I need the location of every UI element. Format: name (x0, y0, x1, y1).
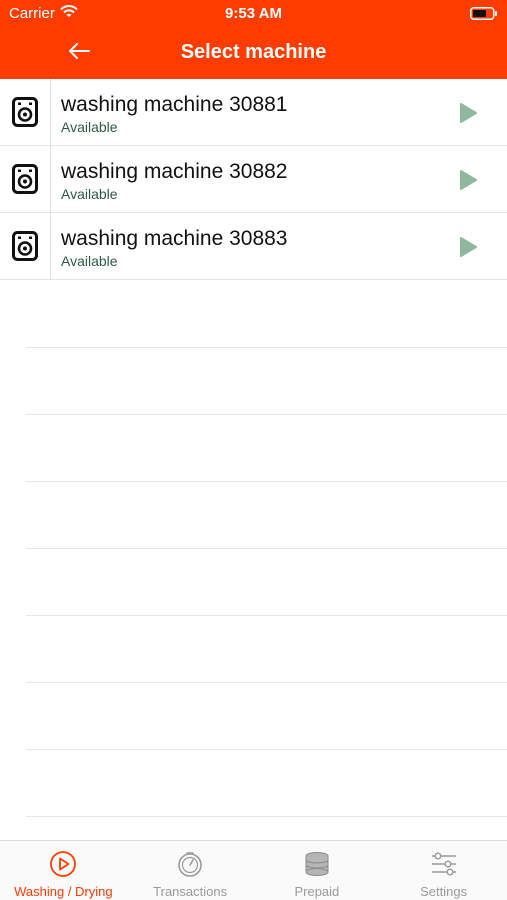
play-circle-icon (0, 850, 127, 878)
separator (26, 481, 507, 482)
separator (26, 414, 507, 415)
battery-icon (470, 7, 498, 24)
tab-label: Transactions (153, 884, 228, 899)
tab-label: Washing / Drying (14, 884, 113, 899)
play-icon[interactable] (456, 168, 480, 192)
tab-transactions[interactable]: Transactions (127, 841, 254, 900)
sliders-icon (380, 850, 507, 878)
separator (26, 347, 507, 348)
machine-name: washing machine 30882 (61, 160, 288, 183)
navigation-bar: Select machine (0, 28, 507, 79)
machine-status: Available (61, 253, 118, 269)
page-title: Select machine (180, 41, 327, 63)
separator (26, 548, 507, 549)
tab-prepaid[interactable]: Prepaid (254, 841, 381, 900)
tab-label: Settings (420, 884, 468, 899)
separator (26, 816, 507, 817)
tab-washing-drying[interactable]: Washing / Drying (0, 841, 127, 900)
tab-bar: Washing / Drying Transactions Prepaid Se… (0, 840, 507, 900)
washing-machine-icon (0, 79, 51, 145)
machine-row[interactable]: washing machine 30883 Available (0, 213, 507, 280)
coins-icon (254, 850, 381, 878)
separator (26, 749, 507, 750)
machine-status: Available (61, 119, 118, 135)
machine-status: Available (61, 186, 118, 202)
tab-label: Prepaid (294, 884, 340, 899)
machine-name: washing machine 30883 (61, 227, 288, 250)
clock-time: 9:53 AM (225, 5, 282, 22)
separator (26, 615, 507, 616)
play-icon[interactable] (456, 101, 480, 125)
machine-row[interactable]: washing machine 30881 Available (0, 79, 507, 146)
separator (26, 682, 507, 683)
washing-machine-icon (0, 213, 51, 279)
machine-row[interactable]: washing machine 30882 Available (0, 146, 507, 213)
clock-icon (127, 850, 254, 878)
play-icon[interactable] (456, 235, 480, 259)
machine-name: washing machine 30881 (61, 93, 288, 116)
washing-machine-icon (0, 146, 51, 212)
status-bar: Carrier 9:53 AM (0, 0, 507, 28)
tab-settings[interactable]: Settings (380, 841, 507, 900)
machine-list: washing machine 30881 Available washing … (0, 79, 507, 280)
